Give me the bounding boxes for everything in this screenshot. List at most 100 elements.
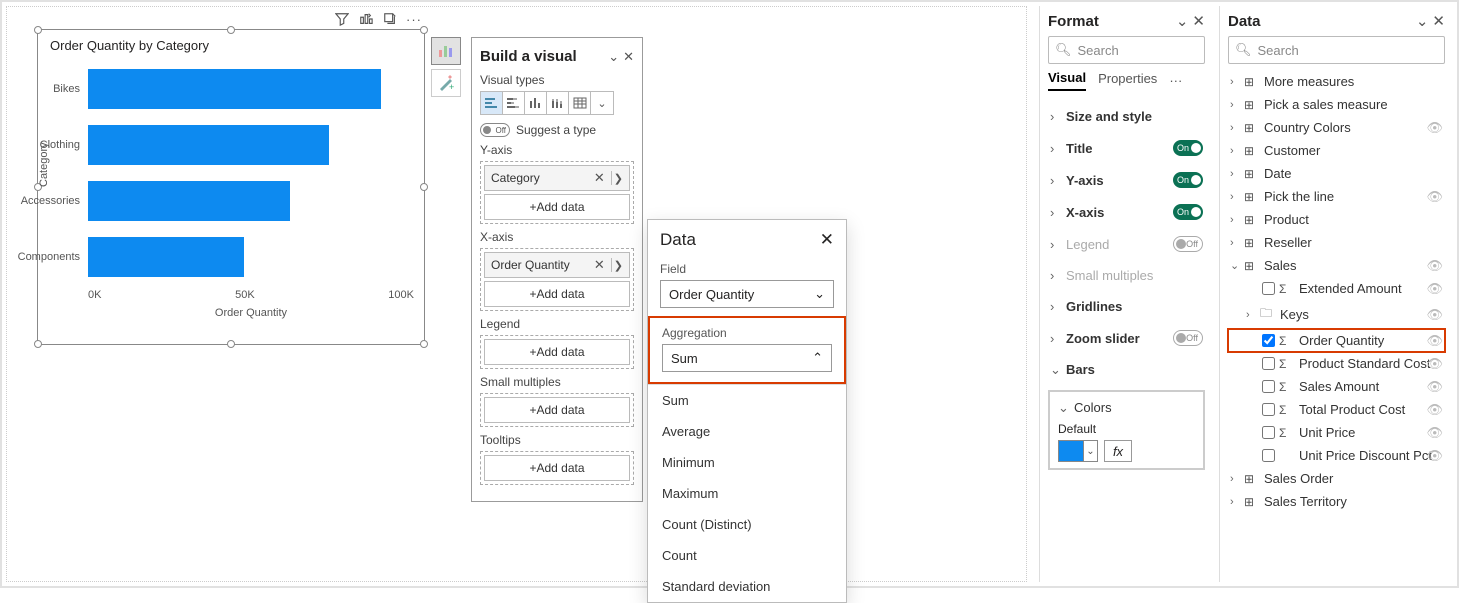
more-options-icon[interactable]: ··· (406, 11, 422, 27)
field-extended-amount[interactable]: ΣExtended Amount👁 (1228, 277, 1445, 300)
bar[interactable] (88, 237, 244, 277)
x-axis-well[interactable]: Order Quantity✕❯ +Add data (480, 248, 634, 311)
stacked-column-type[interactable] (547, 92, 569, 114)
report-canvas[interactable]: ··· Order Quantity by Category Category … (6, 6, 1027, 582)
bar[interactable] (88, 69, 381, 109)
resize-handle[interactable] (227, 26, 235, 34)
chevron-down-icon[interactable]: ⌄ (1176, 12, 1189, 30)
chevron-down-icon[interactable]: ⌄ (608, 49, 619, 65)
add-data-button[interactable]: +Add data (484, 194, 630, 220)
tab-properties[interactable]: Properties (1098, 71, 1157, 90)
table-date[interactable]: ›⊞Date (1228, 162, 1445, 185)
resize-handle[interactable] (420, 26, 428, 34)
data-search-input[interactable]: 🔍︎Search (1228, 36, 1445, 64)
close-icon[interactable]: ✕ (623, 49, 634, 65)
field-product-standard-cost[interactable]: ΣProduct Standard Cost👁 (1228, 352, 1445, 375)
field-pill-category[interactable]: Category✕❯ (484, 165, 630, 191)
export-icon[interactable] (382, 11, 398, 27)
add-data-button[interactable]: +Add data (484, 339, 630, 365)
table-pick-sales-measure[interactable]: ›⊞Pick a sales measure (1228, 93, 1445, 116)
table-pick-the-line[interactable]: ›⊞Pick the line👁 (1228, 185, 1445, 208)
close-icon[interactable]: ✕ (820, 230, 834, 250)
tab-visual[interactable]: Visual (1048, 70, 1086, 91)
table-sales-order[interactable]: ›⊞Sales Order (1228, 467, 1445, 490)
resize-handle[interactable] (420, 340, 428, 348)
aggregation-option[interactable]: Average (648, 416, 846, 447)
field-unit-price[interactable]: ΣUnit Price👁 (1228, 421, 1445, 444)
focus-icon[interactable] (358, 11, 374, 27)
aggregation-option[interactable]: Sum (648, 385, 846, 416)
close-icon[interactable]: ✕ (1432, 12, 1445, 30)
chevron-down-icon[interactable]: ⌄ (1416, 12, 1429, 30)
close-icon[interactable]: ✕ (1192, 12, 1205, 30)
format-item-zoom-slider[interactable]: ›Zoom sliderOff (1048, 322, 1205, 354)
format-item-title[interactable]: ›TitleOn (1048, 132, 1205, 164)
table-type[interactable] (569, 92, 591, 114)
fx-button[interactable]: fx (1104, 440, 1132, 462)
aggregation-select[interactable]: Sum⌃ (662, 344, 832, 372)
table-product[interactable]: ›⊞Product (1228, 208, 1445, 231)
y-axis-well[interactable]: Category✕❯ +Add data (480, 161, 634, 224)
field-checkbox[interactable] (1262, 357, 1275, 370)
table-customer[interactable]: ›⊞Customer (1228, 139, 1445, 162)
aggregation-option[interactable]: Count (Distinct) (648, 509, 846, 540)
add-data-button[interactable]: +Add data (484, 455, 630, 481)
folder-keys[interactable]: ›🗀Keys👁 (1228, 300, 1445, 329)
toggle-on[interactable]: On (1173, 172, 1203, 188)
legend-well[interactable]: +Add data (480, 335, 634, 369)
field-checkbox[interactable] (1262, 334, 1275, 347)
field-checkbox[interactable] (1262, 282, 1275, 295)
filter-icon[interactable] (334, 11, 350, 27)
toggle-on[interactable]: On (1173, 140, 1203, 156)
field-order-quantity[interactable]: ΣOrder Quantity👁 (1228, 329, 1445, 352)
aggregation-option[interactable]: Minimum (648, 447, 846, 478)
field-checkbox[interactable] (1262, 426, 1275, 439)
format-item-bars[interactable]: ⌄Bars (1048, 354, 1205, 386)
aggregation-option[interactable]: Count (648, 540, 846, 571)
build-visual-tab-button[interactable] (431, 37, 461, 65)
more-options-icon[interactable]: ··· (1169, 73, 1182, 88)
color-swatch[interactable]: ⌄ (1058, 440, 1098, 462)
format-search-input[interactable]: 🔍︎Search (1048, 36, 1205, 64)
toggle-off[interactable]: Off (1173, 330, 1203, 346)
table-country-colors[interactable]: ›⊞Country Colors👁 (1228, 116, 1445, 139)
bar[interactable] (88, 125, 329, 165)
field-checkbox[interactable] (1262, 403, 1275, 416)
table-more-measures[interactable]: ›⊞More measures (1228, 70, 1445, 93)
stacked-bar-type[interactable] (503, 92, 525, 114)
format-item-y-axis[interactable]: ›Y-axisOn (1048, 164, 1205, 196)
toggle-on[interactable]: On (1173, 204, 1203, 220)
aggregation-option[interactable]: Standard deviation (648, 571, 846, 602)
aggregation-option[interactable]: Maximum (648, 478, 846, 509)
format-item-x-axis[interactable]: ›X-axisOn (1048, 196, 1205, 228)
add-data-button[interactable]: +Add data (484, 397, 630, 423)
more-types-dropdown[interactable]: ⌄ (591, 92, 613, 114)
field-menu-icon[interactable]: ❯ (614, 172, 623, 185)
format-visual-tab-button[interactable]: + (431, 69, 461, 97)
column-chart-type[interactable] (525, 92, 547, 114)
field-select[interactable]: Order Quantity⌄ (660, 280, 834, 308)
small-multiples-well[interactable]: +Add data (480, 393, 634, 427)
table-sales[interactable]: ⌄⊞Sales👁 (1228, 254, 1445, 277)
remove-field-icon[interactable]: ✕ (590, 257, 609, 273)
field-total-product-cost[interactable]: ΣTotal Product Cost👁 (1228, 398, 1445, 421)
bar-chart-type[interactable] (481, 92, 503, 114)
field-menu-icon[interactable]: ❯ (614, 259, 623, 272)
format-item-size-style[interactable]: ›Size and style (1048, 101, 1205, 132)
field-checkbox[interactable] (1262, 380, 1275, 393)
tooltips-well[interactable]: +Add data (480, 451, 634, 485)
chart-visual[interactable]: Order Quantity by Category Category Bike… (37, 29, 425, 345)
field-sales-amount[interactable]: ΣSales Amount👁 (1228, 375, 1445, 398)
resize-handle[interactable] (227, 340, 235, 348)
suggest-type-toggle[interactable]: Off (480, 123, 510, 137)
remove-field-icon[interactable]: ✕ (590, 170, 609, 186)
resize-handle[interactable] (34, 26, 42, 34)
table-reseller[interactable]: ›⊞Reseller (1228, 231, 1445, 254)
field-unit-price-discount[interactable]: ΣUnit Price Discount Pct👁 (1228, 444, 1445, 467)
resize-handle[interactable] (34, 340, 42, 348)
add-data-button[interactable]: +Add data (484, 281, 630, 307)
bar[interactable] (88, 181, 290, 221)
field-pill-order-quantity[interactable]: Order Quantity✕❯ (484, 252, 630, 278)
format-item-gridlines[interactable]: ›Gridlines (1048, 291, 1205, 322)
table-sales-territory[interactable]: ›⊞Sales Territory (1228, 490, 1445, 513)
